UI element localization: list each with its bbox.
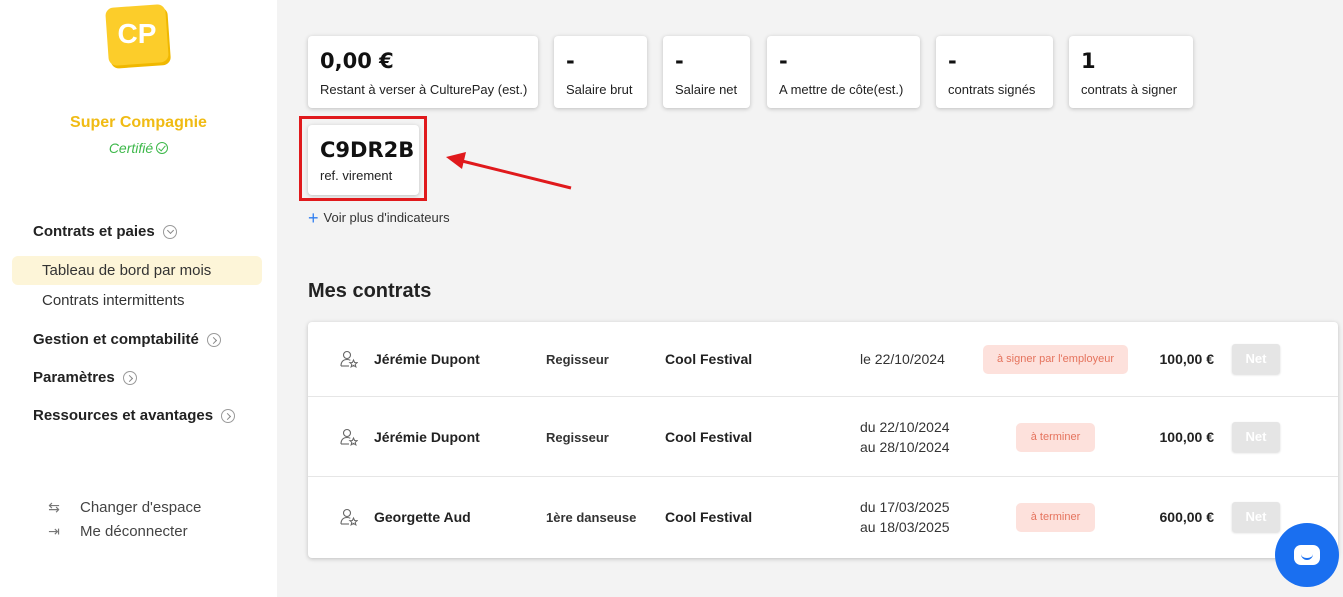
certified-label: Certifié <box>108 140 154 156</box>
table-row[interactable]: Jérémie Dupont Regisseur Cool Festival l… <box>308 322 1338 397</box>
nav-section-gestion[interactable]: Gestion et comptabilité <box>33 331 221 348</box>
switch-space-label: Changer d'espace <box>80 499 202 516</box>
status-badge: à terminer <box>1016 423 1095 452</box>
contract-event: Cool Festival <box>665 429 753 445</box>
logout-label: Me déconnecter <box>80 523 188 540</box>
contract-name: Jérémie Dupont <box>374 351 480 367</box>
company-name: Super Compagnie <box>70 114 207 131</box>
kpi-value: - <box>566 49 575 73</box>
chevron-right-icon <box>221 408 236 423</box>
user-star-icon <box>340 508 358 526</box>
kpi-value: - <box>675 49 684 73</box>
kpi-card-a-mettre-de-cote: - A mettre de côte(est.) <box>767 36 920 108</box>
kpi-label: contrats signés <box>948 82 1036 97</box>
nav-section-ressources[interactable]: Ressources et avantages <box>33 407 236 424</box>
net-button[interactable]: Net <box>1232 344 1280 374</box>
user-star-icon <box>340 350 358 368</box>
contracts-title: Mes contrats <box>308 280 432 302</box>
chat-bubble-icon <box>1294 545 1320 565</box>
kpi-card-contrats-signes: - contrats signés <box>936 36 1053 108</box>
annotation-highlight-box <box>299 116 427 201</box>
sidebar: CP Super Compagnie Certifié Contrats et … <box>0 0 277 597</box>
table-row[interactable]: Georgette Aud 1ère danseuse Cool Festiva… <box>308 477 1338 558</box>
nav-section-parametres[interactable]: Paramètres <box>33 369 137 386</box>
chevron-right-icon <box>122 370 137 385</box>
contract-name: Georgette Aud <box>374 509 471 525</box>
logo-text: CP <box>117 18 157 49</box>
user-star-icon <box>340 428 358 446</box>
kpi-value: - <box>779 49 788 73</box>
contract-date-line: du 22/10/2024 <box>860 419 950 435</box>
kpi-value: 0,00 € <box>320 49 394 73</box>
kpi-card-restant: 0,00 € Restant à verser à CulturePay (es… <box>308 36 538 108</box>
contract-role: Regisseur <box>546 352 609 367</box>
contract-name: Jérémie Dupont <box>374 429 480 445</box>
nav-section-label: Paramètres <box>33 369 115 386</box>
contract-event: Cool Festival <box>665 351 753 367</box>
chevron-down-icon <box>162 224 177 239</box>
contract-date-line: du 17/03/2025 <box>860 499 950 515</box>
kpi-label: contrats à signer <box>1081 82 1178 97</box>
logout-link[interactable]: ⇥ Me déconnecter <box>46 523 188 540</box>
contract-amount: 100,00 € <box>1159 429 1215 445</box>
contracts-table: Jérémie Dupont Regisseur Cool Festival l… <box>308 322 1338 558</box>
kpi-card-salaire-net: - Salaire net <box>663 36 750 108</box>
certified-status: Certifié <box>0 140 277 156</box>
check-circle-icon <box>156 142 169 154</box>
contract-date: du 22/10/2024 au 28/10/2024 <box>860 417 950 457</box>
kpi-label: Restant à verser à CulturePay (est.) <box>320 82 528 97</box>
net-button[interactable]: Net <box>1232 422 1280 452</box>
contract-date-line: le 22/10/2024 <box>860 351 945 367</box>
contract-amount: 100,00 € <box>1159 351 1215 367</box>
kpi-value: - <box>948 49 957 73</box>
annotation-arrow-icon <box>446 152 572 190</box>
status-badge: à terminer <box>1016 503 1095 532</box>
chevron-right-icon <box>206 332 221 347</box>
swap-arrows-icon: ⇆ <box>48 499 60 515</box>
more-indicators-link[interactable]: + Voir plus d'indicateurs <box>308 207 450 228</box>
contract-date: le 22/10/2024 <box>860 349 945 369</box>
more-indicators-label: Voir plus d'indicateurs <box>323 210 450 225</box>
chat-button[interactable] <box>1275 523 1339 587</box>
nav-section-contrats[interactable]: Contrats et paies <box>33 223 177 240</box>
switch-space-link[interactable]: ⇆ Changer d'espace <box>46 499 201 516</box>
status-badge: à signer par l'employeur <box>983 345 1128 374</box>
contract-role: 1ère danseuse <box>546 510 637 525</box>
kpi-label: Salaire brut <box>566 82 633 97</box>
sidebar-item-contrats-intermittents[interactable]: Contrats intermittents <box>42 292 185 309</box>
kpi-label: A mettre de côte(est.) <box>779 82 904 97</box>
contract-date: du 17/03/2025 au 18/03/2025 <box>860 497 950 537</box>
contract-role: Regisseur <box>546 430 609 445</box>
contract-amount: 600,00 € <box>1159 509 1215 525</box>
sidebar-item-tableau-de-bord[interactable]: Tableau de bord par mois <box>42 262 211 279</box>
kpi-card-contrats-a-signer: 1 contrats à signer <box>1069 36 1193 108</box>
kpi-value: 1 <box>1081 49 1096 73</box>
logout-icon: ⇥ <box>48 523 60 539</box>
nav-section-label: Contrats et paies <box>33 223 155 240</box>
nav-section-label: Ressources et avantages <box>33 407 214 424</box>
kpi-label: Salaire net <box>675 82 738 97</box>
contract-date-line: au 18/03/2025 <box>860 519 950 535</box>
kpi-card-salaire-brut: - Salaire brut <box>554 36 647 108</box>
nav-section-label: Gestion et comptabilité <box>33 331 199 348</box>
contract-event: Cool Festival <box>665 509 753 525</box>
net-button[interactable]: Net <box>1232 502 1280 532</box>
plus-icon: + <box>308 207 319 228</box>
logo[interactable]: CP <box>105 3 169 67</box>
contract-date-line: au 28/10/2024 <box>860 439 950 455</box>
table-row[interactable]: Jérémie Dupont Regisseur Cool Festival d… <box>308 397 1338 477</box>
